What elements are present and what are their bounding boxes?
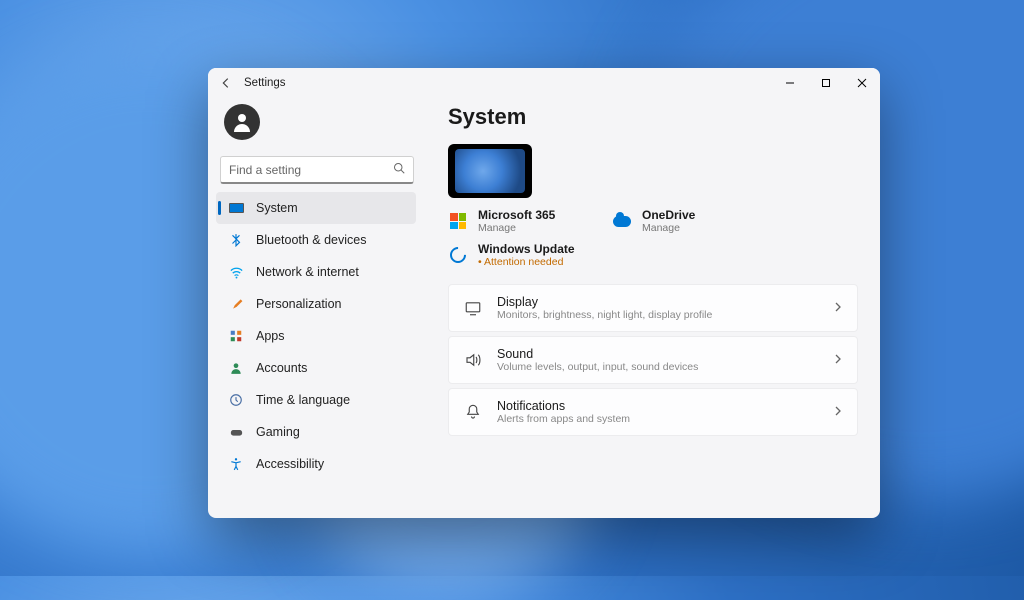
chevron-right-icon <box>833 351 843 369</box>
sidebar-item-label: Bluetooth & devices <box>256 233 406 247</box>
search-wrap: Find a setting <box>208 150 426 190</box>
accessibility-icon-wrap <box>228 456 244 472</box>
card-title: Display <box>497 295 819 309</box>
titlebar: Settings <box>208 68 880 98</box>
back-button[interactable] <box>218 75 234 91</box>
sidebar: Find a setting System Bluetooth & devices… <box>208 98 426 518</box>
card-title: Notifications <box>497 399 819 413</box>
bluetooth-icon-wrap <box>228 232 244 248</box>
device-thumbnail[interactable] <box>448 144 532 198</box>
sidebar-item-label: Apps <box>256 329 406 343</box>
person-icon-wrap <box>228 360 244 376</box>
search-input[interactable]: Find a setting <box>220 156 414 184</box>
accessibility-icon <box>229 457 243 471</box>
page-title: System <box>448 104 858 130</box>
window-buttons <box>772 68 880 98</box>
system-icon <box>229 203 244 213</box>
sidebar-item-label: Gaming <box>256 425 406 439</box>
sidebar-item-label: System <box>256 201 406 215</box>
card-title: Sound <box>497 347 819 361</box>
sidebar-item-label: Accounts <box>256 361 406 375</box>
sidebar-item-gaming[interactable]: Gaming <box>216 416 416 448</box>
tile-subtitle: Manage <box>642 222 695 234</box>
sidebar-item-label: Time & language <box>256 393 406 407</box>
tile-subtitle: • Attention needed <box>478 256 575 268</box>
sidebar-item-accounts[interactable]: Accounts <box>216 352 416 384</box>
bell-icon <box>464 403 482 421</box>
card-sound[interactable]: SoundVolume levels, output, input, sound… <box>448 336 858 384</box>
sidebar-item-system[interactable]: System <box>216 192 416 224</box>
clock-icon <box>229 393 243 407</box>
wifi-icon-wrap <box>228 264 244 280</box>
sidebar-item-accessibility[interactable]: Accessibility <box>216 448 416 480</box>
ms365-icon <box>450 213 466 229</box>
sidebar-item-apps[interactable]: Apps <box>216 320 416 352</box>
search-placeholder: Find a setting <box>229 163 301 177</box>
tile-ms365[interactable]: Microsoft 365Manage <box>448 208 588 234</box>
tile-title: Windows Update <box>478 242 575 256</box>
sidebar-item-network[interactable]: Network & internet <box>216 256 416 288</box>
chevron-right-icon <box>833 403 843 421</box>
sidebar-item-bluetooth[interactable]: Bluetooth & devices <box>216 224 416 256</box>
display-icon <box>464 299 482 317</box>
main-panel[interactable]: System Microsoft 365ManageOneDriveManage… <box>426 98 880 518</box>
sidebar-item-label: Network & internet <box>256 265 406 279</box>
card-subtitle: Alerts from apps and system <box>497 413 819 425</box>
gamepad-icon <box>229 425 244 440</box>
card-subtitle: Volume levels, output, input, sound devi… <box>497 361 819 373</box>
apps-icon-wrap <box>228 328 244 344</box>
tile-title: OneDrive <box>642 208 695 222</box>
tile-subtitle: Manage <box>478 222 555 234</box>
maximize-button[interactable] <box>808 68 844 98</box>
sound-icon <box>464 351 482 369</box>
bloom-wallpaper-icon <box>455 149 525 193</box>
window-title: Settings <box>244 77 286 89</box>
chevron-right-icon <box>833 299 843 317</box>
tile-update[interactable]: Windows Update• Attention needed <box>448 242 588 268</box>
content-area: Find a setting System Bluetooth & devices… <box>208 98 880 518</box>
brush-icon <box>229 297 243 311</box>
bluetooth-icon <box>229 233 243 247</box>
sidebar-item-time[interactable]: Time & language <box>216 384 416 416</box>
sidebar-item-label: Accessibility <box>256 457 406 471</box>
apps-icon <box>229 329 243 343</box>
cloud-icon <box>613 216 631 227</box>
sidebar-item-label: Personalization <box>256 297 406 311</box>
search-icon <box>393 162 405 177</box>
close-button[interactable] <box>844 68 880 98</box>
brush-icon-wrap <box>228 296 244 312</box>
nav-list[interactable]: System Bluetooth & devices Network & inter… <box>208 190 426 518</box>
update-icon <box>447 244 470 267</box>
card-notifications[interactable]: NotificationsAlerts from apps and system <box>448 388 858 436</box>
wifi-icon <box>229 265 244 280</box>
clock-icon-wrap <box>228 392 244 408</box>
settings-cards: DisplayMonitors, brightness, night light… <box>448 284 858 436</box>
card-subtitle: Monitors, brightness, night light, displ… <box>497 309 819 321</box>
tile-title: Microsoft 365 <box>478 208 555 222</box>
status-tiles: Microsoft 365ManageOneDriveManageWindows… <box>448 208 858 268</box>
system-icon-wrap <box>228 200 244 216</box>
profile-area[interactable] <box>208 98 426 150</box>
person-icon <box>229 361 243 375</box>
gamepad-icon-wrap <box>228 424 244 440</box>
sidebar-item-personalization[interactable]: Personalization <box>216 288 416 320</box>
minimize-button[interactable] <box>772 68 808 98</box>
settings-window: Settings Find a setting <box>208 68 880 518</box>
card-display[interactable]: DisplayMonitors, brightness, night light… <box>448 284 858 332</box>
avatar <box>224 104 260 140</box>
tile-onedrive[interactable]: OneDriveManage <box>612 208 752 234</box>
